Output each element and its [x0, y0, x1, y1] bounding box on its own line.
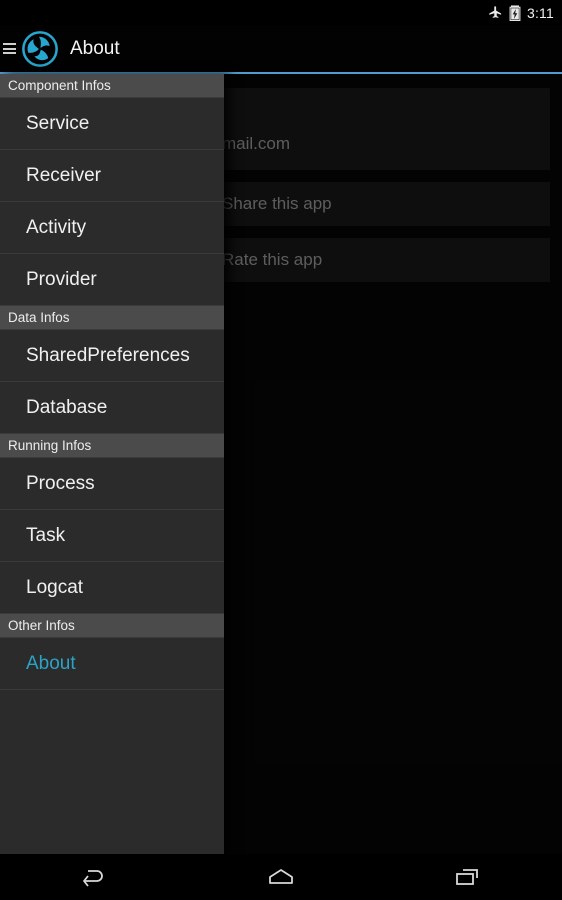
drawer-item-logcat[interactable]: Logcat	[0, 562, 224, 614]
drawer-item-receiver[interactable]: Receiver	[0, 150, 224, 202]
recents-icon	[456, 869, 479, 885]
drawer-item-provider[interactable]: Provider	[0, 254, 224, 306]
battery-charging-icon	[509, 4, 521, 21]
hamburger-bar-1	[3, 43, 16, 45]
system-navigation-bar	[0, 854, 562, 900]
action-bar: About	[0, 25, 562, 72]
status-bar: 3:11	[0, 0, 562, 25]
drawer-section-header: Running Infos	[0, 434, 224, 458]
back-arrow-icon	[82, 870, 103, 887]
back-button[interactable]	[49, 854, 139, 900]
drawer-item-activity[interactable]: Activity	[0, 202, 224, 254]
drawer-item-sharedpreferences[interactable]: SharedPreferences	[0, 330, 224, 382]
app-logo-icon[interactable]	[21, 30, 59, 68]
drawer-section-header: Data Infos	[0, 306, 224, 330]
airplane-mode-icon	[488, 5, 503, 20]
drawer-scrim[interactable]	[224, 74, 562, 854]
home-icon	[269, 869, 293, 884]
recents-button[interactable]	[423, 854, 513, 900]
hamburger-bar-2	[3, 47, 16, 50]
navigation-drawer: Component Infos Service Receiver Activity Pr…	[0, 74, 224, 854]
drawer-section-header: Other Infos	[0, 614, 224, 638]
status-bar-clock: 3:11	[526, 4, 554, 21]
hamburger-bar-3	[3, 52, 16, 54]
drawer-item-service[interactable]: Service	[0, 98, 224, 150]
android-screen: 3:11 About mail.com Share this app Rate …	[0, 0, 562, 900]
page-title: About	[70, 37, 120, 59]
hamburger-menu-icon[interactable]	[0, 25, 16, 72]
drawer-item-task[interactable]: Task	[0, 510, 224, 562]
drawer-item-database[interactable]: Database	[0, 382, 224, 434]
drawer-section-header: Component Infos	[0, 74, 224, 98]
drawer-item-process[interactable]: Process	[0, 458, 224, 510]
drawer-item-about[interactable]: About	[0, 638, 224, 690]
home-button[interactable]	[236, 854, 326, 900]
